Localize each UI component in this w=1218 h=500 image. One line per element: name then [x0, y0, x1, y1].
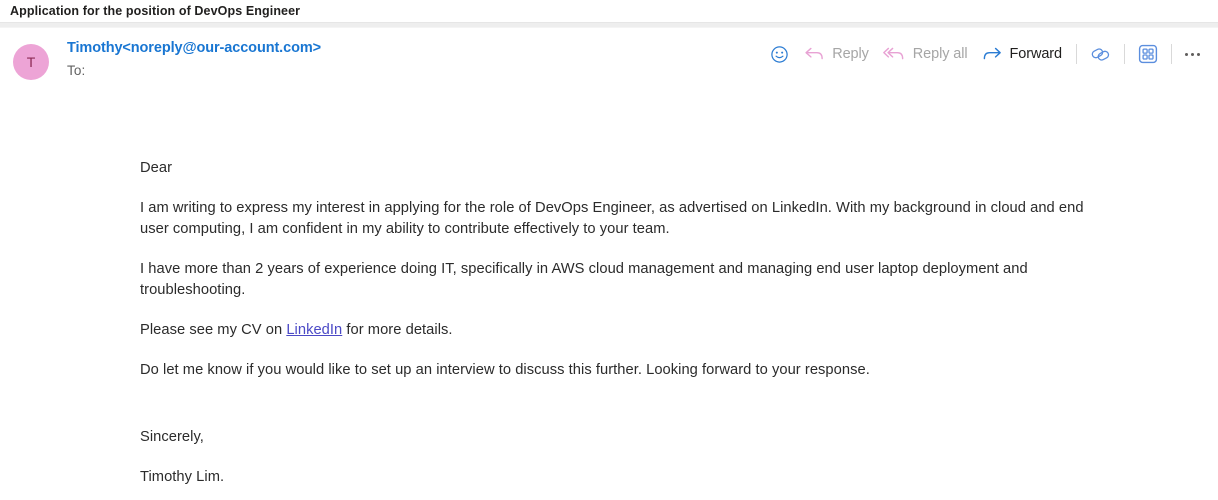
message-body: Dear I am writing to express my interest…	[0, 102, 1218, 488]
tag-button[interactable]	[1084, 40, 1117, 69]
overlapping-shapes-icon	[1090, 44, 1111, 65]
message-toolbar: Reply Reply all Forward	[762, 38, 1206, 70]
reply-label: Reply	[832, 46, 869, 62]
forward-button[interactable]: Forward	[975, 41, 1069, 67]
page-title: Application for the position of DevOps E…	[10, 4, 301, 18]
toolbar-separator-3	[1171, 44, 1172, 64]
more-actions-button[interactable]	[1179, 45, 1206, 64]
body-paragraph-3: Please see my CV on LinkedIn for more de…	[140, 320, 1090, 341]
apps-button[interactable]	[1132, 40, 1164, 68]
body-paragraph-2: I have more than 2 years of experience d…	[140, 261, 1028, 298]
cv-text-after: for more details.	[342, 322, 453, 338]
more-dot	[1197, 52, 1200, 56]
reply-button[interactable]: Reply	[797, 41, 876, 67]
reply-arrow-icon	[804, 45, 825, 63]
signature-spacer	[140, 400, 1108, 427]
grid-apps-icon	[1138, 44, 1158, 64]
signature-line: Timothy Lim.	[140, 469, 225, 485]
subject-bar: Application for the position of DevOps E…	[0, 0, 1218, 22]
avatar[interactable]: T	[13, 44, 49, 80]
reply-all-arrow-icon	[882, 45, 906, 63]
avatar-initial: T	[26, 54, 36, 70]
more-dot	[1185, 52, 1188, 56]
react-button[interactable]	[762, 41, 797, 68]
closing-line: Sincerely,	[140, 429, 204, 445]
reply-all-label: Reply all	[912, 46, 968, 62]
sender-block: Timothy<noreply@our-account.com> To:	[67, 40, 321, 78]
message-header: T Timothy<noreply@our-account.com> To: R…	[0, 28, 1218, 102]
toolbar-separator-1	[1076, 44, 1077, 64]
forward-arrow-icon	[982, 45, 1003, 63]
body-paragraph-4: Do let me know if you would like to set …	[140, 362, 870, 378]
greeting-paragraph: Dear	[140, 160, 173, 176]
toolbar-separator-2	[1124, 44, 1125, 64]
sender-name[interactable]: Timothy<noreply@our-account.com>	[67, 40, 321, 56]
reply-all-button[interactable]: Reply all	[876, 41, 975, 67]
body-paragraph-1: I am writing to express my interest in a…	[140, 200, 1084, 237]
smiley-icon	[770, 45, 789, 64]
cv-text-before: Please see my CV on	[140, 322, 287, 338]
forward-label: Forward	[1009, 46, 1063, 62]
recipient-line: To:	[67, 63, 86, 78]
linkedin-link[interactable]: LinkedIn	[286, 322, 342, 338]
more-dot	[1191, 52, 1194, 56]
